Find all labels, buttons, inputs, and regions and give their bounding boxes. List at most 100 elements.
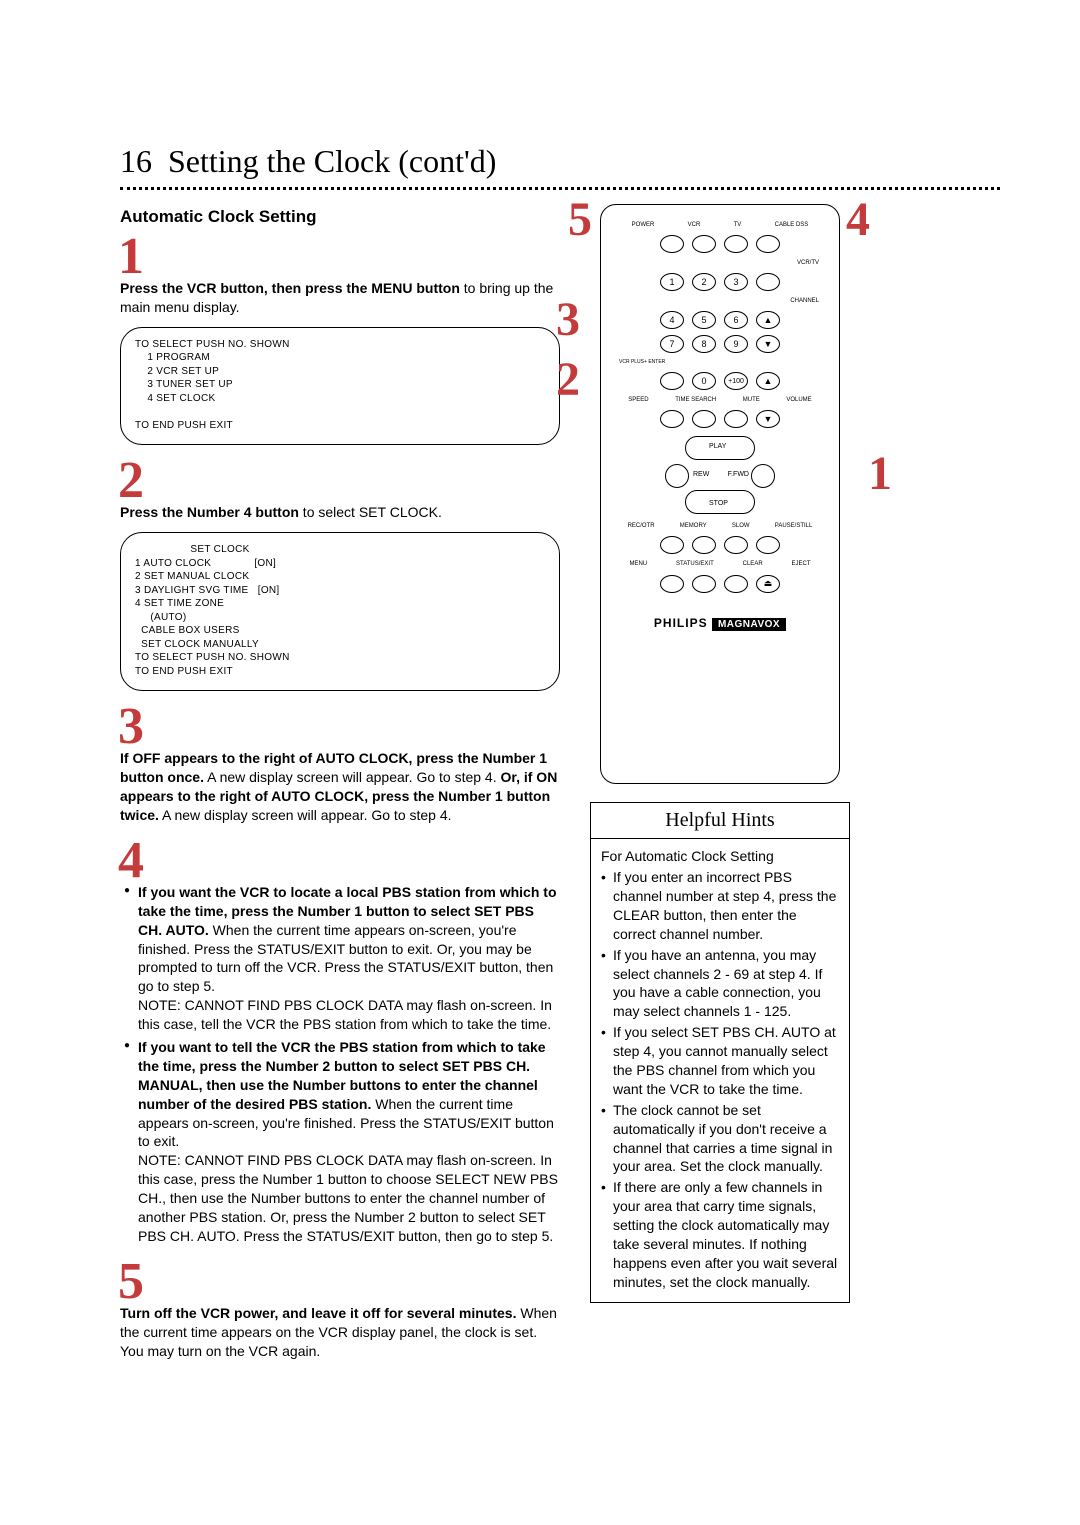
step-4-note-1: NOTE: CANNOT FIND PBS CLOCK DATA may fla…	[138, 996, 560, 1034]
callout-2: 2	[556, 356, 580, 404]
label-volume: VOLUME	[786, 396, 811, 404]
step-number-4: 4	[118, 835, 560, 887]
num-0-button[interactable]: 0	[692, 372, 716, 390]
helpful-hints-body: For Automatic Clock Setting If you enter…	[591, 839, 849, 1301]
osd-main-menu: TO SELECT PUSH NO. SHOWN 1 PROGRAM 2 VCR…	[120, 327, 560, 446]
label-menu: MENU	[629, 560, 647, 568]
vcr-tv-button[interactable]	[756, 273, 780, 291]
hint-item-5: If there are only a few channels in your…	[613, 1178, 839, 1291]
remote-menu-labels: MENU STATUS/EXIT CLEAR EJECT	[615, 560, 825, 568]
step-number-2: 2	[118, 455, 560, 507]
plus-100-button[interactable]: +100	[724, 372, 748, 390]
instructions-column: Automatic Clock Setting 1 Press the VCR …	[120, 204, 560, 1370]
ffwd-button[interactable]	[751, 464, 775, 488]
rec-otr-button[interactable]	[660, 536, 684, 554]
label-rec-otr: REC/OTR	[628, 522, 655, 530]
slow-button[interactable]	[724, 536, 748, 554]
power-button[interactable]	[660, 235, 684, 253]
num-1-button[interactable]: 1	[660, 273, 684, 291]
label-slow: SLOW	[732, 522, 750, 530]
speed-button[interactable]	[660, 410, 684, 428]
time-search-button[interactable]	[692, 410, 716, 428]
label-vcrplus: VCR PLUS+ ENTER	[619, 359, 825, 366]
step-4-note-2: NOTE: CANNOT FIND PBS CLOCK DATA may fla…	[138, 1151, 560, 1245]
brand-philips: PHILIPS	[654, 616, 708, 630]
num-6-button[interactable]: 6	[724, 311, 748, 329]
mute-button[interactable]	[724, 410, 748, 428]
remote-brand: PHILIPS MAGNAVOX	[615, 615, 825, 632]
section-heading: Automatic Clock Setting	[120, 206, 560, 229]
channel-down-button[interactable]: ▼	[756, 335, 780, 353]
label-power: POWER	[632, 221, 655, 229]
page-title-text: Setting the Clock (cont'd)	[168, 143, 496, 179]
hint-item-2: If you have an antenna, you may select c…	[613, 946, 839, 1022]
clear-button[interactable]	[724, 575, 748, 593]
step-2-body: Press the Number 4 button to select SET …	[120, 503, 560, 522]
two-column-layout: Automatic Clock Setting 1 Press the VCR …	[120, 204, 980, 1370]
sidebar-column: 5 4 3 2 1 POWER VCR TV CABLE DSS VCR/TV	[590, 204, 850, 1302]
tv-button[interactable]	[724, 235, 748, 253]
label-rew: REW	[693, 470, 709, 479]
channel-up-button[interactable]: ▲	[756, 311, 780, 329]
remote-wrapper: 5 4 3 2 1 POWER VCR TV CABLE DSS VCR/TV	[590, 204, 850, 784]
label-channel: CHANNEL	[615, 297, 819, 305]
step-1-body: Press the VCR button, then press the MEN…	[120, 279, 560, 317]
memory-button[interactable]	[692, 536, 716, 554]
label-eject: EJECT	[792, 560, 811, 568]
step-5-body: Turn off the VCR power, and leave it off…	[120, 1304, 560, 1361]
step-number-3: 3	[118, 701, 560, 753]
remote-mid-labels: SPEED TIME SEARCH MUTE VOLUME	[615, 396, 825, 404]
menu-button[interactable]	[660, 575, 684, 593]
page-title: 16 Setting the Clock (cont'd)	[120, 140, 980, 183]
step-4-option-2: If you want to tell the VCR the PBS stat…	[138, 1038, 560, 1151]
hints-lead: For Automatic Clock Setting	[601, 847, 839, 866]
label-pause-still: PAUSE/STILL	[775, 522, 813, 530]
rewind-button[interactable]	[665, 464, 689, 488]
step-2-rest: to select SET CLOCK.	[299, 504, 442, 520]
num-8-button[interactable]: 8	[692, 335, 716, 353]
hint-item-3: If you select SET PBS CH. AUTO at step 4…	[613, 1023, 839, 1099]
label-clear: CLEAR	[743, 560, 763, 568]
eject-button[interactable]: ⏏	[756, 575, 780, 593]
label-memory: MEMORY	[680, 522, 707, 530]
remote-rec-labels: REC/OTR MEMORY SLOW PAUSE/STILL	[615, 522, 825, 530]
step-4-option-1: If you want the VCR to locate a local PB…	[138, 883, 560, 996]
hint-item-1: If you enter an incorrect PBS channel nu…	[613, 868, 839, 944]
step-3-text-b: A new display screen will appear. Go to …	[204, 769, 501, 785]
callout-5: 5	[568, 196, 592, 244]
step-1-bold: Press the VCR button, then press the MEN…	[120, 280, 460, 296]
label-stop: STOP	[709, 499, 728, 508]
transport-ring: PLAY REW F.FWD STOP	[665, 436, 775, 514]
vcrplus-enter-button[interactable]	[660, 372, 684, 390]
callout-1: 1	[868, 450, 892, 498]
step-4-body: If you want the VCR to locate a local PB…	[120, 883, 560, 1246]
num-5-button[interactable]: 5	[692, 311, 716, 329]
volume-down-button[interactable]: ▼	[756, 410, 780, 428]
pause-still-button[interactable]	[756, 536, 780, 554]
label-vcr-tv: VCR/TV	[615, 259, 819, 267]
label-vcr: VCR	[688, 221, 701, 229]
label-speed: SPEED	[628, 396, 648, 404]
label-status-exit: STATUS/EXIT	[676, 560, 714, 568]
num-9-button[interactable]: 9	[724, 335, 748, 353]
label-mute: MUTE	[743, 396, 760, 404]
osd-set-clock: SET CLOCK 1 AUTO CLOCK [ON] 2 SET MANUAL…	[120, 532, 560, 691]
remote-control-diagram: POWER VCR TV CABLE DSS VCR/TV 1 2 3	[600, 204, 840, 784]
label-tv: TV	[734, 221, 742, 229]
num-7-button[interactable]: 7	[660, 335, 684, 353]
step-3-text-d: A new display screen will appear. Go to …	[159, 807, 452, 823]
vcr-button[interactable]	[692, 235, 716, 253]
cable-dss-button[interactable]	[756, 235, 780, 253]
step-number-1: 1	[118, 231, 560, 283]
helpful-hints-title: Helpful Hints	[591, 803, 849, 839]
step-5-bold: Turn off the VCR power, and leave it off…	[120, 1305, 516, 1321]
num-2-button[interactable]: 2	[692, 273, 716, 291]
brand-magnavox: MAGNAVOX	[712, 618, 786, 631]
num-3-button[interactable]: 3	[724, 273, 748, 291]
num-4-button[interactable]: 4	[660, 311, 684, 329]
step-number-5: 5	[118, 1256, 560, 1308]
status-exit-button[interactable]	[692, 575, 716, 593]
callout-3: 3	[556, 296, 580, 344]
title-rule	[120, 187, 1000, 190]
volume-up-button[interactable]: ▲	[756, 372, 780, 390]
